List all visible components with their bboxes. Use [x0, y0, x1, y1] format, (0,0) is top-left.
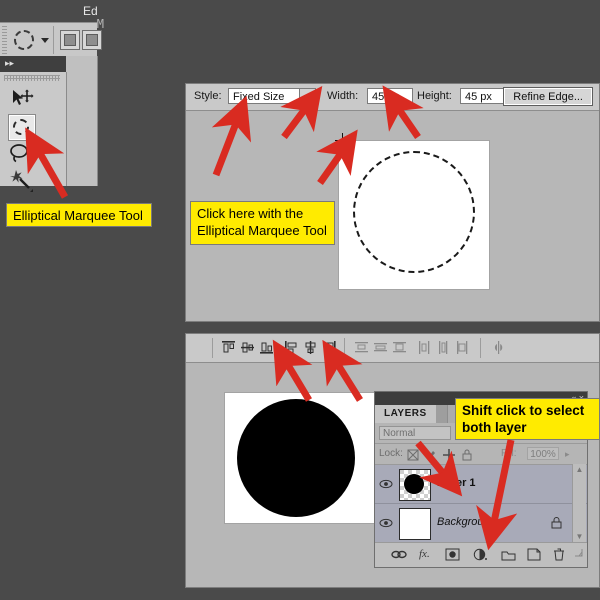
black-circle-thumbnail[interactable] — [399, 469, 431, 501]
lock-position-icon[interactable] — [443, 448, 455, 460]
height-label: Height: — [417, 90, 452, 102]
divider — [344, 338, 345, 358]
layer-name-background[interactable]: Background — [437, 516, 496, 528]
fill-slider-chevron-icon[interactable]: ▸ — [565, 449, 570, 460]
fill-value[interactable]: 100% — [527, 447, 559, 460]
elliptical-marquee-selection — [353, 151, 475, 273]
style-select[interactable]: Fixed Size — [228, 88, 300, 104]
divider — [212, 338, 213, 358]
magic-wand-tool[interactable] — [8, 168, 34, 193]
new-layer-icon[interactable] — [527, 548, 541, 562]
lock-row: Lock: Fill: 100% ▸ — [375, 444, 587, 465]
add-layer-style-icon[interactable]: fx. — [419, 548, 430, 562]
tools-panel-fragment: ▸▸ — [0, 56, 98, 186]
eye-icon[interactable] — [379, 516, 393, 528]
tools-column — [0, 72, 67, 186]
distribute-vertical-centers-icon[interactable] — [373, 340, 388, 355]
style-label: Style: — [194, 90, 222, 102]
align-bottom-edges-icon[interactable] — [259, 340, 274, 355]
callout-click-line-2: Elliptical Marquee Tool — [197, 222, 328, 239]
align-left-edges-icon[interactable] — [284, 340, 299, 355]
menu-bar: Ed — [0, 0, 97, 22]
crosshair-cursor — [335, 133, 350, 148]
white-background-thumbnail[interactable] — [399, 508, 431, 540]
layers-panel-footer: fx. — [375, 542, 587, 567]
padlock-icon — [551, 516, 562, 528]
callout-elliptical-marquee-tool: Elliptical Marquee Tool — [6, 203, 152, 227]
delete-layer-icon[interactable] — [553, 548, 565, 562]
scroll-down-icon[interactable]: ▼ — [575, 532, 584, 541]
callout-tool-text: Elliptical Marquee Tool — [13, 208, 143, 223]
layer-row-layer-1[interactable]: Layer 1 — [375, 465, 587, 504]
lock-all-icon[interactable] — [461, 448, 473, 460]
swap-width-height-icon[interactable]: ⇄ — [390, 91, 400, 105]
new-group-icon[interactable] — [501, 548, 516, 562]
callout-shift-line-2: both layer — [462, 419, 593, 436]
divider — [53, 26, 54, 54]
new-selection-button[interactable] — [60, 30, 80, 50]
document-canvas-top[interactable] — [338, 140, 490, 290]
photoshop-window-fragment: Ed ▸▸ — [0, 0, 97, 186]
distribute-bottom-edges-icon[interactable] — [392, 340, 407, 355]
height-input[interactable]: 45 px — [460, 88, 506, 104]
blend-mode-select[interactable]: Normal — [379, 426, 451, 440]
collapse-panel-icon[interactable]: ▸▸ — [5, 59, 14, 68]
align-vertical-centers-icon[interactable] — [240, 340, 255, 355]
callout-click-here: Click here with the Elliptical Marquee T… — [190, 201, 335, 245]
tools-panel-header: ▸▸ — [0, 56, 66, 72]
new-adjustment-layer-icon[interactable] — [473, 548, 488, 562]
add-layer-mask-icon[interactable] — [445, 548, 460, 562]
auto-align-layers-icon[interactable] — [491, 340, 506, 355]
tool-options-bar-fragment — [0, 22, 97, 58]
options-bar-grip[interactable] — [2, 26, 7, 54]
style-dropdown-chevron-icon[interactable] — [300, 88, 316, 104]
black-filled-circle — [237, 399, 355, 517]
callout-shift-line-1: Shift click to select — [462, 402, 593, 419]
chevron-down-icon[interactable] — [41, 38, 49, 43]
callout-shift-click: Shift click to select both layer — [455, 398, 600, 440]
lock-transparent-pixels-icon[interactable] — [407, 448, 419, 460]
marquee-options-bar: Style: Fixed Size Width: 45 px ⇄ Height:… — [186, 84, 599, 111]
tool-more-triangle-icon — [30, 189, 33, 192]
tool-more-triangle-icon — [31, 136, 34, 139]
distribute-top-edges-icon[interactable] — [354, 340, 369, 355]
layers-scrollbar[interactable]: ▲ ▼ — [572, 464, 586, 542]
align-horizontal-centers-icon[interactable] — [303, 340, 318, 355]
distribute-right-edges-icon[interactable] — [455, 340, 470, 355]
elliptical-marquee-icon — [13, 119, 29, 135]
tools-panel-grip[interactable] — [4, 75, 60, 81]
resize-grip-icon[interactable] — [574, 548, 583, 562]
eye-icon[interactable] — [379, 477, 393, 489]
width-label: Width: — [327, 90, 358, 102]
screenshot-panel-bottom: « × LAYERS Normal Lock: Fill: 100% — [185, 333, 600, 588]
elliptical-marquee-icon — [14, 30, 34, 50]
scroll-up-icon[interactable]: ▲ — [575, 465, 584, 474]
tab-layers[interactable]: LAYERS — [375, 405, 436, 423]
menu-item-edit[interactable]: Ed — [83, 4, 98, 18]
lock-image-pixels-icon[interactable] — [425, 448, 437, 460]
divider — [480, 338, 481, 358]
distribute-horizontal-centers-icon[interactable] — [436, 340, 451, 355]
layer-name-layer-1[interactable]: Layer 1 — [437, 477, 476, 489]
move-tool[interactable] — [8, 86, 34, 111]
align-top-edges-icon[interactable] — [221, 340, 236, 355]
callout-click-line-1: Click here with the — [197, 205, 328, 222]
move-tool-align-options-bar — [186, 334, 599, 363]
lasso-tool[interactable] — [8, 142, 34, 167]
tool-more-triangle-icon — [30, 163, 33, 166]
refine-edge-button[interactable]: Refine Edge... — [503, 87, 593, 106]
document-canvas-bottom[interactable] — [224, 392, 376, 524]
elliptical-marquee-tool[interactable] — [8, 114, 36, 141]
layer-row-background[interactable]: Background — [375, 504, 587, 543]
link-layers-icon[interactable] — [391, 548, 407, 562]
fill-label: Fill: — [501, 448, 517, 459]
lock-label: Lock: — [379, 448, 403, 459]
distribute-left-edges-icon[interactable] — [417, 340, 432, 355]
align-right-edges-icon[interactable] — [322, 340, 337, 355]
add-to-selection-button[interactable] — [82, 30, 102, 50]
